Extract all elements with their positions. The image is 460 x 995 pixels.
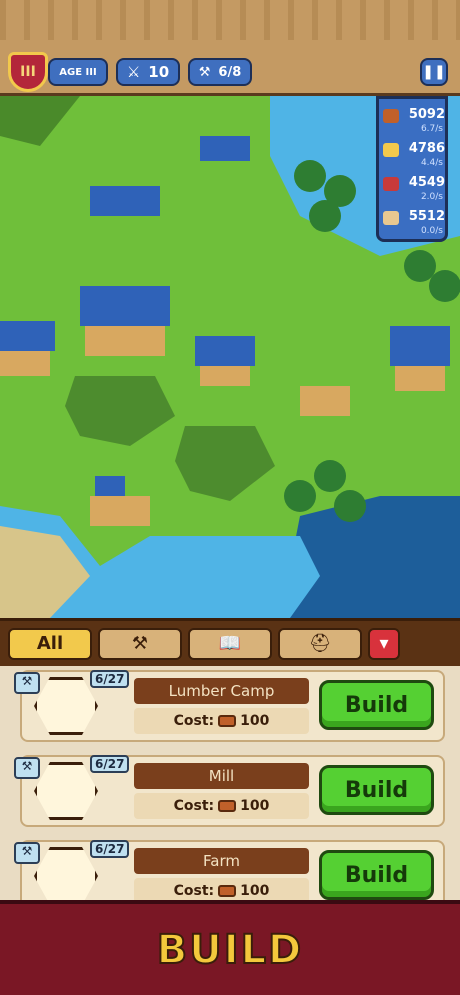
build-banner[interactable]: BUILD xyxy=(0,900,460,995)
pause-button[interactable]: ❚❚ xyxy=(420,58,448,86)
crossed-tools-icon: ⚒ xyxy=(131,633,149,654)
resource-panel: 5092 6.7/s 4786 4.4/s 4549 2.0/s 5512 0.… xyxy=(376,96,448,242)
tools-icon: ⚒ xyxy=(14,842,40,864)
resource-meat: 4549 2.0/s xyxy=(383,173,449,207)
age-shield-icon[interactable]: III xyxy=(8,52,48,92)
builders-pill[interactable]: ⚒ 6/8 xyxy=(188,58,252,86)
resource-value: 4786 xyxy=(408,141,445,156)
tab-knowledge[interactable]: 📖 xyxy=(188,627,272,660)
building-cost: Cost: 100 xyxy=(134,793,309,819)
resource-rate: 4.4/s xyxy=(420,158,443,168)
wood-icon xyxy=(383,109,399,123)
building-name: Farm xyxy=(134,848,309,874)
resource-scroll: 5512 0.0/s xyxy=(383,207,449,241)
book-icon: 📖 xyxy=(218,633,242,654)
scroll-icon xyxy=(383,211,399,225)
building-cost: Cost: 100 xyxy=(134,708,309,734)
building-count: 6/27 xyxy=(90,755,130,773)
age-numeral: III xyxy=(20,64,36,80)
wood-icon xyxy=(218,800,237,812)
tools-icon: ⚒ xyxy=(14,672,40,694)
resource-gold: 4786 4.4/s xyxy=(383,139,449,173)
building-list: ⚒ 6/27 Lumber Camp Cost: 100 Build ⚒ 6/2… xyxy=(0,666,460,900)
resource-wood: 5092 6.7/s xyxy=(383,105,449,139)
builders-value: 6/8 xyxy=(218,64,242,80)
chevron-down-icon: ▾ xyxy=(379,633,389,654)
build-button[interactable]: Build xyxy=(319,850,434,900)
resource-rate: 2.0/s xyxy=(420,192,443,202)
tools-icon: ⚒ xyxy=(14,757,40,779)
build-button-label: Build xyxy=(344,692,409,718)
building-cost: Cost: 100 xyxy=(134,878,309,900)
build-button[interactable]: Build xyxy=(319,680,434,730)
cost-value: 100 xyxy=(240,883,270,899)
building-name: Mill xyxy=(134,763,309,789)
meat-icon xyxy=(383,177,399,191)
tab-tools[interactable]: ⚒ xyxy=(98,627,182,660)
build-button-label: Build xyxy=(344,862,409,888)
building-card-farm: ⚒ 6/27 Farm Cost: 100 Build xyxy=(14,840,445,900)
wood-icon xyxy=(218,715,237,727)
build-banner-label: BUILD xyxy=(156,926,304,974)
helmet-icon: ⛑ xyxy=(308,633,332,654)
resource-rate: 0.0/s xyxy=(420,226,443,236)
building-card-mill: ⚒ 6/27 Mill Cost: 100 Build xyxy=(14,755,445,827)
top-hud: III AGE III ⚔ 10 ⚒ 6/8 ❚❚ xyxy=(0,0,460,96)
build-button-label: Build xyxy=(344,777,409,803)
military-pill[interactable]: ⚔ 10 xyxy=(116,58,180,86)
building-count: 6/27 xyxy=(90,840,130,858)
collapse-button[interactable]: ▾ xyxy=(368,627,400,660)
resource-rate: 6.7/s xyxy=(420,124,443,134)
gold-icon xyxy=(383,143,399,157)
build-button[interactable]: Build xyxy=(319,765,434,815)
age-label: AGE III xyxy=(59,66,97,78)
lumber-camp-icon xyxy=(34,677,98,735)
category-tabs: All ⚒ 📖 ⛑ ▾ xyxy=(0,618,460,666)
tab-all[interactable]: All xyxy=(8,627,92,660)
resource-value: 5512 xyxy=(408,209,445,224)
building-name: Lumber Camp xyxy=(134,678,309,704)
tab-all-label: All xyxy=(36,633,64,654)
military-value: 10 xyxy=(148,63,170,81)
cost-value: 100 xyxy=(240,798,270,814)
hammer-icon: ⚒ xyxy=(198,64,211,80)
building-card-lumber-camp: ⚒ 6/27 Lumber Camp Cost: 100 Build xyxy=(14,670,445,742)
cost-label: Cost: xyxy=(173,883,215,899)
cost-label: Cost: xyxy=(173,798,215,814)
pause-icon: ❚❚ xyxy=(422,64,446,80)
building-count: 6/27 xyxy=(90,670,130,688)
age-pill[interactable]: AGE III xyxy=(48,58,108,86)
farm-icon xyxy=(34,847,98,900)
sword-icon: ⚔ xyxy=(126,63,141,81)
tab-military[interactable]: ⛑ xyxy=(278,627,362,660)
wood-icon xyxy=(218,885,237,897)
resource-value: 4549 xyxy=(408,175,445,190)
cost-value: 100 xyxy=(240,713,270,729)
resource-value: 5092 xyxy=(408,107,445,122)
cost-label: Cost: xyxy=(173,713,215,729)
hud-pattern xyxy=(0,0,460,40)
mill-icon xyxy=(34,762,98,820)
